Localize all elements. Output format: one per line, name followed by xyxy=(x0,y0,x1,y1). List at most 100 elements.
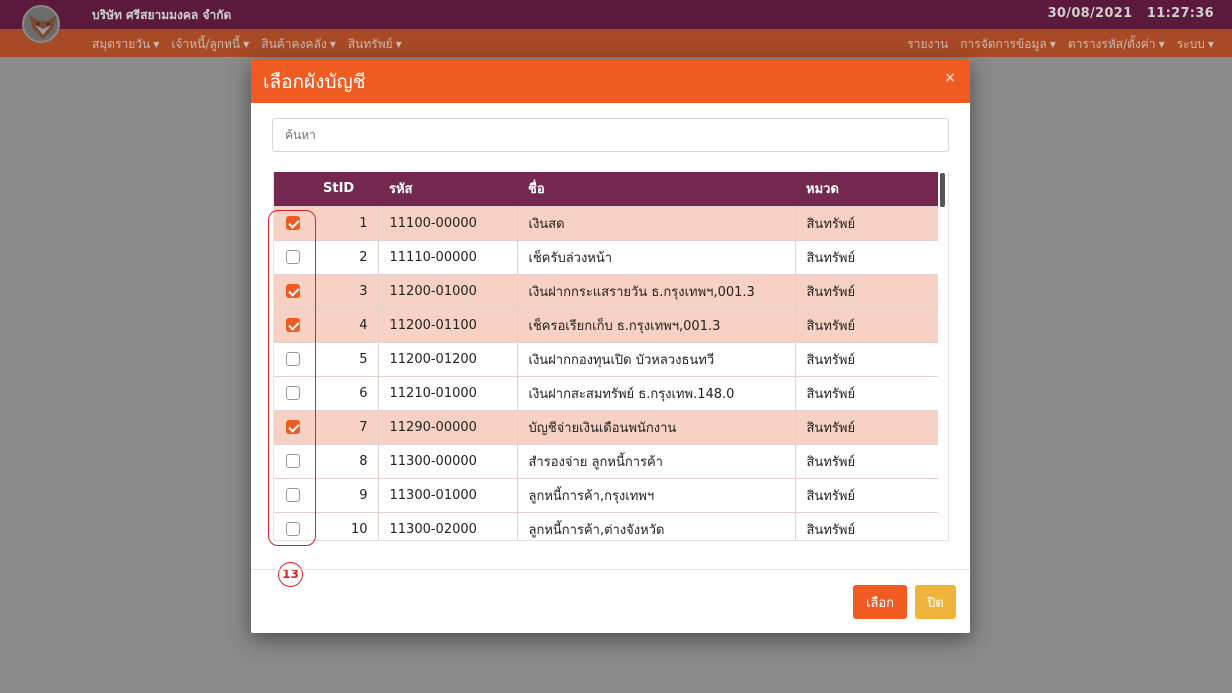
top-navigation: บริษัท ศรีสยามมงคล จำกัด 30/08/2021 11:2… xyxy=(0,0,1232,57)
row-select-cell xyxy=(274,239,311,274)
row-checkbox[interactable] xyxy=(285,352,300,366)
header-select-column xyxy=(274,172,311,206)
nav-item-inventory[interactable]: สินค้าคงคลัง ▼ xyxy=(261,35,336,54)
table-row[interactable]: 7 11290-00000 บัญชีจ่ายเงินเดือนพนักงาน สิน… xyxy=(274,409,938,444)
search-input[interactable] xyxy=(272,118,949,152)
cell-name: ลูกหนี้การค้า,กรุงเทพฯ xyxy=(517,477,796,512)
cell-category: สินทรัพย์ xyxy=(795,477,938,512)
caret-down-icon: ▼ xyxy=(1049,40,1056,49)
nav-label: รายงาน xyxy=(907,37,949,51)
nav-item-code-settings[interactable]: ตารางรหัส/ตั้งค่า ▼ xyxy=(1068,35,1165,54)
row-checkbox[interactable] xyxy=(285,420,300,434)
cell-category: สินทรัพย์ xyxy=(795,341,938,376)
row-select-cell xyxy=(274,341,311,376)
cell-name: เงินฝากกองทุนเปิด บัวหลวงธนทวี xyxy=(517,341,796,376)
cell-category: สินทรัพย์ xyxy=(795,443,938,478)
row-select-cell xyxy=(274,307,311,342)
caret-down-icon: ▼ xyxy=(1158,40,1165,49)
caret-down-icon: ▼ xyxy=(243,40,250,49)
nav-item-data-management[interactable]: การจัดการข้อมูล ▼ xyxy=(960,35,1056,54)
cell-stid: 4 xyxy=(311,307,379,342)
caret-down-icon: ▼ xyxy=(395,40,402,49)
modal-title: เลือกผังบัญชี xyxy=(263,71,366,93)
table-row[interactable]: 5 11200-01200 เงินฝากกองทุนเปิด บัวหลวงธนท… xyxy=(274,341,938,376)
close-icon[interactable]: × xyxy=(944,70,956,86)
table-row[interactable]: 4 11200-01100 เช็ครอเรียกเก็บ ธ.กรุงเทพฯ,0… xyxy=(274,307,938,342)
close-button[interactable]: ปิด xyxy=(915,585,956,619)
table-row[interactable]: 10 11300-02000 ลูกหนี้การค้า,ต่างจังหวัด สิ… xyxy=(274,511,938,540)
cell-stid: 6 xyxy=(311,375,379,410)
row-select-cell xyxy=(274,443,311,478)
cell-stid: 2 xyxy=(311,239,379,274)
company-bar: บริษัท ศรีสยามมงคล จำกัด 30/08/2021 11:2… xyxy=(0,0,1232,43)
nav-label: ตารางรหัส/ตั้งค่า xyxy=(1067,37,1156,51)
caret-down-icon: ▼ xyxy=(153,40,160,49)
row-checkbox[interactable] xyxy=(285,250,300,264)
nav-label: เจ้าหนี้/ลูกหนี้ xyxy=(171,37,241,51)
row-select-cell xyxy=(274,375,311,410)
cell-category: สินทรัพย์ xyxy=(795,307,938,342)
cell-name: สำรองจ่าย ลูกหนี้การค้า xyxy=(517,443,796,478)
cell-code: 11290-00000 xyxy=(378,409,518,444)
cell-code: 11300-01000 xyxy=(378,477,518,512)
nav-item-report[interactable]: รายงาน xyxy=(907,35,948,54)
cell-code: 11200-01000 xyxy=(378,273,518,308)
caret-down-icon: ▼ xyxy=(1207,40,1214,49)
cell-category: สินทรัพย์ xyxy=(795,205,938,240)
row-checkbox[interactable] xyxy=(285,386,300,400)
cell-name: เช็ครอเรียกเก็บ ธ.กรุงเทพฯ,001.3 xyxy=(517,307,796,342)
select-button[interactable]: เลือก xyxy=(853,585,907,619)
table-row[interactable]: 6 11210-01000 เงินฝากสะสมทรัพย์ ธ.กรุงเทพ.… xyxy=(274,375,938,410)
row-checkbox[interactable] xyxy=(285,284,300,298)
row-select-cell xyxy=(274,273,311,308)
nav-item-system[interactable]: ระบบ ▼ xyxy=(1177,35,1214,54)
row-checkbox[interactable] xyxy=(285,488,300,502)
row-checkbox[interactable] xyxy=(285,522,300,537)
cell-stid: 7 xyxy=(311,409,379,444)
cell-code: 11300-00000 xyxy=(378,443,518,478)
datetime: 30/08/2021 11:27:36 xyxy=(1048,6,1214,21)
table-row[interactable]: 8 11300-00000 สำรองจ่าย ลูกหนี้การค้า สินทร… xyxy=(274,443,938,478)
cell-code: 11200-01200 xyxy=(378,341,518,376)
header-stid[interactable]: StID xyxy=(311,172,378,206)
table-row[interactable]: 3 11200-01000 เงินฝากกระแสรายวัน ธ.กรุงเทพ… xyxy=(274,273,938,308)
cell-stid: 10 xyxy=(311,511,379,540)
cell-stid: 3 xyxy=(311,273,379,308)
accounts-table-container[interactable]: StID รหัส ชื่อ หมวด 1 11100-00000 เงินสด สิ… xyxy=(273,172,949,541)
row-select-cell xyxy=(274,511,311,540)
nav-label: สินค้าคงคลัง xyxy=(261,37,327,51)
row-select-cell xyxy=(274,409,311,444)
table-scrollbar[interactable] xyxy=(940,173,945,207)
cell-category: สินทรัพย์ xyxy=(795,239,938,274)
cell-code: 11300-02000 xyxy=(378,511,518,540)
nav-label: การจัดการข้อมูล xyxy=(960,37,1047,51)
row-checkbox[interactable] xyxy=(285,454,300,468)
row-checkbox[interactable] xyxy=(285,318,300,332)
table-row[interactable]: 1 11100-00000 เงินสด สินทรัพย์ xyxy=(274,205,938,240)
cell-code: 11100-00000 xyxy=(378,205,518,240)
nav-item-assets[interactable]: สินทรัพย์ ▼ xyxy=(348,35,402,54)
cell-name: เช็ครับล่วงหน้า xyxy=(517,239,796,274)
cell-category: สินทรัพย์ xyxy=(795,511,938,540)
accounts-table: StID รหัส ชื่อ หมวด 1 11100-00000 เงินสด สิ… xyxy=(274,172,938,540)
row-checkbox[interactable] xyxy=(285,216,300,230)
callout-number-badge: 13 xyxy=(278,562,303,587)
nav-label: ระบบ xyxy=(1176,37,1205,51)
table-row[interactable]: 2 11110-00000 เช็ครับล่วงหน้า สินทรัพย์ xyxy=(274,239,938,274)
caret-down-icon: ▼ xyxy=(329,40,336,49)
cell-stid: 5 xyxy=(311,341,379,376)
nav-item-creditor-debtor[interactable]: เจ้าหนี้/ลูกหนี้ ▼ xyxy=(171,35,249,54)
cell-stid: 1 xyxy=(311,205,379,240)
cell-code: 11200-01100 xyxy=(378,307,518,342)
nav-label: สินทรัพย์ xyxy=(347,37,393,51)
header-category[interactable]: หมวด xyxy=(795,172,938,206)
table-row[interactable]: 9 11300-01000 ลูกหนี้การค้า,กรุงเทพฯ สินทรั… xyxy=(274,477,938,512)
header-name[interactable]: ชื่อ xyxy=(517,172,795,206)
cell-stid: 8 xyxy=(311,443,379,478)
cell-category: สินทรัพย์ xyxy=(795,273,938,308)
nav-item-journal[interactable]: สมุดรายวัน ▼ xyxy=(92,35,159,54)
cell-name: เงินฝากสะสมทรัพย์ ธ.กรุงเทพ.148.0 xyxy=(517,375,796,410)
company-name: บริษัท ศรีสยามมงคล จำกัด xyxy=(92,8,232,22)
nav-left: สมุดรายวัน ▼ เจ้าหนี้/ลูกหนี้ ▼ สินค้าคงคล… xyxy=(92,35,402,54)
header-code[interactable]: รหัส xyxy=(378,172,517,206)
